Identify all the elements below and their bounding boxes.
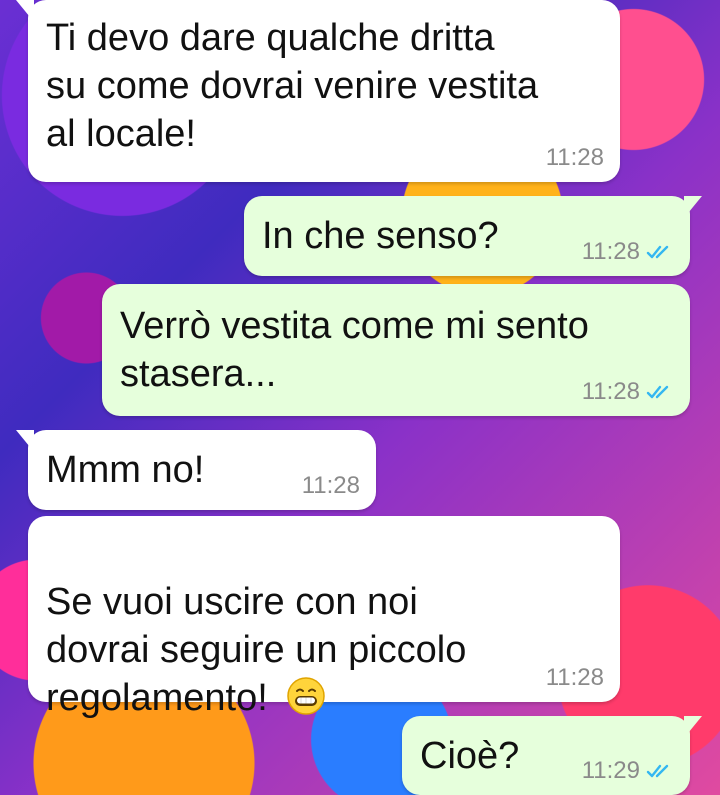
grinning-face-icon — [287, 677, 326, 715]
message-time: 11:28 — [545, 144, 604, 171]
message-time: 11:28 — [581, 378, 640, 405]
message-bubble[interactable]: Ti devo dare qualche dritta su come dovr… — [16, 0, 620, 182]
message-bubble[interactable]: Mmm no! 11:28 — [16, 430, 376, 510]
message-text: Ti devo dare qualche dritta su come dovr… — [46, 17, 539, 155]
message-bubble[interactable]: Cioè? 11:29 — [402, 716, 702, 795]
message-text-content: Se vuoi uscire con noi dovrai seguire un… — [46, 581, 467, 719]
message-bubble[interactable]: In che senso? 11:28 — [244, 196, 702, 276]
message-time: 11:29 — [581, 757, 640, 784]
message-time: 11:28 — [301, 472, 360, 499]
message-meta: 11:28 — [546, 146, 604, 170]
message-bubble[interactable]: Verrò vestita come mi sento stasera... 1… — [102, 284, 690, 416]
message-text: Se vuoi uscire con noi dovrai seguire un… — [46, 530, 604, 722]
message-meta: 11:29 — [582, 759, 674, 783]
double-check-icon — [646, 764, 669, 778]
message-bubble[interactable]: Se vuoi uscire con noi dovrai seguire un… — [28, 516, 620, 719]
message-meta: 11:28 — [546, 666, 604, 690]
message-meta: 11:28 — [302, 474, 360, 498]
message-time: 11:28 — [581, 238, 640, 265]
double-check-icon — [646, 385, 669, 399]
message-time: 11:28 — [545, 664, 604, 691]
chat-container: Ti devo dare qualche dritta su come dovr… — [0, 0, 720, 795]
double-check-icon — [646, 245, 669, 259]
message-meta: 11:28 — [582, 240, 674, 264]
message-meta: 11:28 — [582, 380, 674, 404]
